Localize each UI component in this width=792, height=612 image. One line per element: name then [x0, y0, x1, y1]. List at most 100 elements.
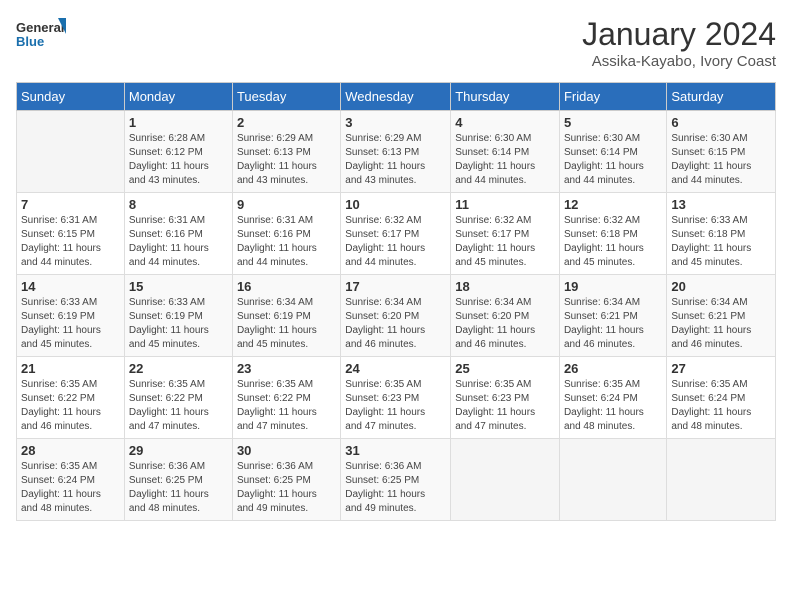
calendar-cell: 8 Sunrise: 6:31 AM Sunset: 6:16 PM Daylig… [124, 193, 232, 275]
day-info: Sunrise: 6:31 AM Sunset: 6:16 PM Dayligh… [129, 214, 228, 270]
calendar-cell: 15 Sunrise: 6:33 AM Sunset: 6:19 PM Dayli… [124, 275, 232, 357]
day-info: Sunrise: 6:33 AM Sunset: 6:19 PM Dayligh… [21, 296, 120, 352]
day-info: Sunrise: 6:31 AM Sunset: 6:16 PM Dayligh… [237, 214, 336, 270]
weekday-header-monday: Monday [124, 83, 232, 111]
day-number: 1 [129, 115, 228, 130]
day-number: 26 [564, 361, 662, 376]
day-number: 17 [345, 279, 446, 294]
day-number: 15 [129, 279, 228, 294]
day-info: Sunrise: 6:28 AM Sunset: 6:12 PM Dayligh… [129, 132, 228, 188]
calendar-cell: 9 Sunrise: 6:31 AM Sunset: 6:16 PM Daylig… [232, 193, 340, 275]
logo-svg: General Blue [16, 16, 66, 58]
day-number: 21 [21, 361, 120, 376]
calendar-week-3: 14 Sunrise: 6:33 AM Sunset: 6:19 PM Dayli… [17, 275, 776, 357]
day-info: Sunrise: 6:30 AM Sunset: 6:15 PM Dayligh… [671, 132, 771, 188]
calendar-cell: 5Sunrise: 6:30 AM Sunset: 6:14 PM Daylig… [559, 111, 666, 193]
calendar-cell: 12Sunrise: 6:32 AM Sunset: 6:18 PM Dayli… [559, 193, 666, 275]
calendar-cell: 7Sunrise: 6:31 AM Sunset: 6:15 PM Daylig… [17, 193, 125, 275]
day-info: Sunrise: 6:32 AM Sunset: 6:17 PM Dayligh… [345, 214, 446, 270]
day-info: Sunrise: 6:33 AM Sunset: 6:18 PM Dayligh… [671, 214, 771, 270]
calendar-cell: 28 Sunrise: 6:35 AM Sunset: 6:24 PM Dayli… [17, 439, 125, 521]
day-number: 12 [564, 197, 662, 212]
day-number: 23 [237, 361, 336, 376]
day-number: 4 [455, 115, 555, 130]
day-info: Sunrise: 6:32 AM Sunset: 6:17 PM Dayligh… [455, 214, 555, 270]
weekday-header-saturday: Saturday [667, 83, 776, 111]
day-number: 5 [564, 115, 662, 130]
calendar-cell: 14 Sunrise: 6:33 AM Sunset: 6:19 PM Dayli… [17, 275, 125, 357]
calendar-cell: 26 Sunrise: 6:35 AM Sunset: 6:24 PM Dayli… [559, 357, 666, 439]
day-number: 16 [237, 279, 336, 294]
day-number: 10 [345, 197, 446, 212]
calendar-cell: 2 Sunrise: 6:29 AM Sunset: 6:13 PM Daylig… [232, 111, 340, 193]
day-info: Sunrise: 6:34 AM Sunset: 6:19 PM Dayligh… [237, 296, 336, 352]
day-info: Sunrise: 6:36 AM Sunset: 6:25 PM Dayligh… [129, 460, 228, 516]
day-number: 18 [455, 279, 555, 294]
calendar-cell: 29 Sunrise: 6:36 AM Sunset: 6:25 PM Dayli… [124, 439, 232, 521]
day-number: 6 [671, 115, 771, 130]
day-info: Sunrise: 6:34 AM Sunset: 6:21 PM Dayligh… [564, 296, 662, 352]
calendar-cell: 3Sunrise: 6:29 AM Sunset: 6:13 PM Daylig… [341, 111, 451, 193]
weekday-header-tuesday: Tuesday [232, 83, 340, 111]
day-number: 22 [129, 361, 228, 376]
svg-text:General: General [16, 20, 64, 35]
day-info: Sunrise: 6:34 AM Sunset: 6:21 PM Dayligh… [671, 296, 771, 352]
weekday-header-row: SundayMondayTuesdayWednesdayThursdayFrid… [17, 83, 776, 111]
calendar-cell: 16 Sunrise: 6:34 AM Sunset: 6:19 PM Dayli… [232, 275, 340, 357]
day-info: Sunrise: 6:33 AM Sunset: 6:19 PM Dayligh… [129, 296, 228, 352]
day-number: 11 [455, 197, 555, 212]
calendar-cell [559, 439, 666, 521]
calendar-cell: 27Sunrise: 6:35 AM Sunset: 6:24 PM Dayli… [667, 357, 776, 439]
day-number: 8 [129, 197, 228, 212]
day-info: Sunrise: 6:29 AM Sunset: 6:13 PM Dayligh… [237, 132, 336, 188]
calendar-cell [451, 439, 560, 521]
day-number: 3 [345, 115, 446, 130]
day-info: Sunrise: 6:35 AM Sunset: 6:24 PM Dayligh… [564, 378, 662, 434]
calendar-cell: 1 Sunrise: 6:28 AM Sunset: 6:12 PM Daylig… [124, 111, 232, 193]
calendar-cell: 30Sunrise: 6:36 AM Sunset: 6:25 PM Dayli… [232, 439, 340, 521]
day-info: Sunrise: 6:31 AM Sunset: 6:15 PM Dayligh… [21, 214, 120, 270]
logo: General Blue [16, 16, 66, 58]
day-number: 20 [671, 279, 771, 294]
calendar-cell: 20 Sunrise: 6:34 AM Sunset: 6:21 PM Dayli… [667, 275, 776, 357]
day-number: 25 [455, 361, 555, 376]
weekday-header-sunday: Sunday [17, 83, 125, 111]
day-info: Sunrise: 6:35 AM Sunset: 6:24 PM Dayligh… [671, 378, 771, 434]
day-info: Sunrise: 6:36 AM Sunset: 6:25 PM Dayligh… [237, 460, 336, 516]
calendar-cell: 21 Sunrise: 6:35 AM Sunset: 6:22 PM Dayli… [17, 357, 125, 439]
title-block: January 2024 Assika-Kayabo, Ivory Coast [582, 16, 776, 70]
weekday-header-wednesday: Wednesday [341, 83, 451, 111]
day-info: Sunrise: 6:35 AM Sunset: 6:22 PM Dayligh… [237, 378, 336, 434]
day-number: 29 [129, 443, 228, 458]
calendar-cell [667, 439, 776, 521]
day-number: 14 [21, 279, 120, 294]
svg-text:Blue: Blue [16, 34, 44, 49]
calendar-cell: 11 Sunrise: 6:32 AM Sunset: 6:17 PM Dayli… [451, 193, 560, 275]
calendar-cell: 13Sunrise: 6:33 AM Sunset: 6:18 PM Dayli… [667, 193, 776, 275]
day-number: 2 [237, 115, 336, 130]
day-number: 24 [345, 361, 446, 376]
calendar-cell: 22Sunrise: 6:35 AM Sunset: 6:22 PM Dayli… [124, 357, 232, 439]
weekday-header-thursday: Thursday [451, 83, 560, 111]
calendar-cell: 6 Sunrise: 6:30 AM Sunset: 6:15 PM Daylig… [667, 111, 776, 193]
day-info: Sunrise: 6:35 AM Sunset: 6:23 PM Dayligh… [345, 378, 446, 434]
day-info: Sunrise: 6:34 AM Sunset: 6:20 PM Dayligh… [455, 296, 555, 352]
day-number: 9 [237, 197, 336, 212]
calendar-cell [17, 111, 125, 193]
day-number: 19 [564, 279, 662, 294]
calendar-cell: 25 Sunrise: 6:35 AM Sunset: 6:23 PM Dayli… [451, 357, 560, 439]
calendar-week-4: 21 Sunrise: 6:35 AM Sunset: 6:22 PM Dayli… [17, 357, 776, 439]
calendar-cell: 31Sunrise: 6:36 AM Sunset: 6:25 PM Dayli… [341, 439, 451, 521]
calendar-cell: 24 Sunrise: 6:35 AM Sunset: 6:23 PM Dayli… [341, 357, 451, 439]
page-header: General Blue January 2024 Assika-Kayabo,… [16, 16, 776, 70]
day-info: Sunrise: 6:34 AM Sunset: 6:20 PM Dayligh… [345, 296, 446, 352]
calendar-cell: 10 Sunrise: 6:32 AM Sunset: 6:17 PM Dayli… [341, 193, 451, 275]
day-info: Sunrise: 6:35 AM Sunset: 6:22 PM Dayligh… [21, 378, 120, 434]
day-info: Sunrise: 6:35 AM Sunset: 6:24 PM Dayligh… [21, 460, 120, 516]
day-info: Sunrise: 6:36 AM Sunset: 6:25 PM Dayligh… [345, 460, 446, 516]
day-info: Sunrise: 6:35 AM Sunset: 6:23 PM Dayligh… [455, 378, 555, 434]
calendar-week-2: 7Sunrise: 6:31 AM Sunset: 6:15 PM Daylig… [17, 193, 776, 275]
calendar-cell: 23 Sunrise: 6:35 AM Sunset: 6:22 PM Dayli… [232, 357, 340, 439]
day-number: 28 [21, 443, 120, 458]
calendar-title: January 2024 [582, 16, 776, 53]
